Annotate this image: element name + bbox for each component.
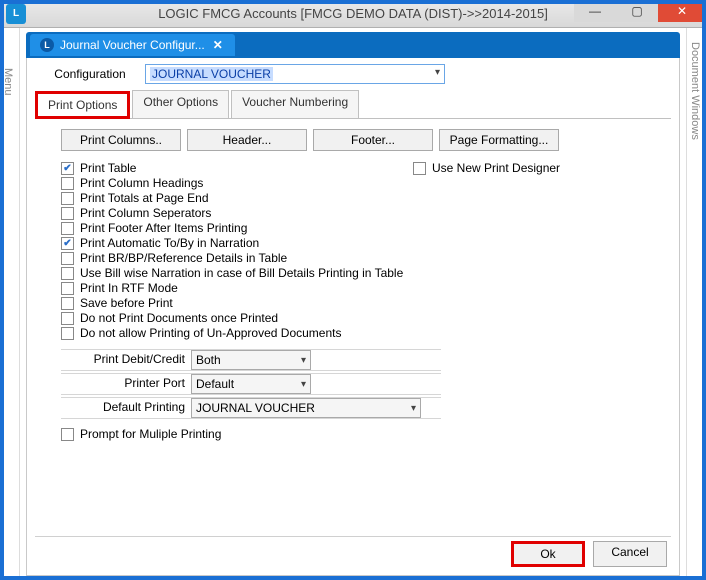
- chk-row-print-table: ✔ Print Table: [61, 161, 413, 175]
- configuration-row: Configuration JOURNAL VOUCHER ▾: [35, 64, 671, 84]
- checkbox-left-col: ✔ Print Table Print Column Headings Prin…: [43, 161, 413, 341]
- chk-row-footer-after: Print Footer After Items Printing: [61, 221, 413, 235]
- document-tabbar: L Journal Voucher Configur... ✕: [26, 32, 680, 58]
- document-tab-title: Journal Voucher Configur...: [60, 38, 205, 52]
- chevron-down-icon: ▾: [301, 355, 306, 366]
- print-buttons-row: Print Columns.. Header... Footer... Page…: [61, 129, 663, 151]
- checkbox-footer-after[interactable]: [61, 222, 74, 235]
- chk-row-new-designer: Use New Print Designer: [413, 161, 663, 175]
- configuration-label: Configuration: [35, 66, 145, 82]
- title-bar: L LOGIC FMCG Accounts [FMCG DEMO DATA (D…: [0, 0, 706, 28]
- chk-row-no-unapproved: Do not allow Printing of Un-Approved Doc…: [61, 326, 413, 340]
- print-columns-button[interactable]: Print Columns..: [61, 129, 181, 151]
- minimize-button[interactable]: —: [574, 0, 616, 22]
- window-controls: — ▢ ✕: [574, 0, 706, 22]
- chk-row-save-before: Save before Print: [61, 296, 413, 310]
- label-no-unapproved: Do not allow Printing of Un-Approved Doc…: [80, 326, 341, 340]
- tab-content-print-options: Print Columns.. Header... Footer... Page…: [35, 119, 671, 532]
- chevron-down-icon: ▾: [435, 67, 440, 78]
- select-printer-port[interactable]: Default ▾: [191, 374, 311, 394]
- cancel-button[interactable]: Cancel: [593, 541, 667, 567]
- chk-row-col-headings: Print Column Headings: [61, 176, 413, 190]
- value-print-dc: Both: [196, 353, 221, 367]
- chk-row-prompt-multiple: Prompt for Muliple Printing: [61, 427, 663, 441]
- row-printer-port: Printer Port Default ▾: [61, 373, 441, 395]
- chk-row-totals: Print Totals at Page End: [61, 191, 413, 205]
- main-window: L LOGIC FMCG Accounts [FMCG DEMO DATA (D…: [0, 0, 706, 580]
- label-no-print-once: Do not Print Documents once Printed: [80, 311, 278, 325]
- select-print-dc[interactable]: Both ▾: [191, 350, 311, 370]
- maximize-button[interactable]: ▢: [616, 0, 658, 22]
- form-grid: Print Debit/Credit Both ▾ Printer Port: [61, 349, 441, 419]
- left-rail: Menu: [0, 28, 20, 580]
- checkbox-print-col-sep[interactable]: [61, 207, 74, 220]
- label-auto-toby: Print Automatic To/By in Narration: [80, 236, 259, 250]
- label-rtf: Print In RTF Mode: [80, 281, 178, 295]
- checkbox-save-before[interactable]: [61, 297, 74, 310]
- chk-row-col-sep: Print Column Seperators: [61, 206, 413, 220]
- value-printer-port: Default: [196, 377, 234, 391]
- checkbox-auto-toby[interactable]: ✔: [61, 237, 74, 250]
- checkbox-right-col: Use New Print Designer: [413, 161, 663, 341]
- label-print-col-sep: Print Column Seperators: [80, 206, 211, 220]
- chevron-down-icon: ▾: [301, 379, 306, 390]
- main-column: L Journal Voucher Configur... ✕ Configur…: [20, 28, 686, 580]
- checkbox-new-designer[interactable]: [413, 162, 426, 175]
- chk-row-no-print-once: Do not Print Documents once Printed: [61, 311, 413, 325]
- chevron-down-icon: ▾: [411, 403, 416, 414]
- right-rail-label[interactable]: Document Windows: [689, 42, 701, 140]
- label-print-totals: Print Totals at Page End: [80, 191, 209, 205]
- row-print-dc: Print Debit/Credit Both ▾: [61, 349, 441, 371]
- checkbox-print-col-headings[interactable]: [61, 177, 74, 190]
- chk-row-auto-toby: ✔ Print Automatic To/By in Narration: [61, 236, 413, 250]
- chk-row-br-bp: Print BR/BP/Reference Details in Table: [61, 251, 413, 265]
- checkbox-billwise[interactable]: [61, 267, 74, 280]
- dialog-button-bar: Ok Cancel: [35, 536, 671, 571]
- tab-print-options[interactable]: Print Options: [35, 91, 130, 119]
- label-br-bp: Print BR/BP/Reference Details in Table: [80, 251, 287, 265]
- checkbox-no-print-once[interactable]: [61, 312, 74, 325]
- close-button[interactable]: ✕: [658, 0, 706, 22]
- label-default-printing: Default Printing: [61, 398, 191, 418]
- inner-panel: Configuration JOURNAL VOUCHER ▾ Print Op…: [26, 58, 680, 576]
- row-default-printing: Default Printing JOURNAL VOUCHER ▾: [61, 397, 441, 419]
- document-tab-close-icon[interactable]: ✕: [211, 38, 225, 52]
- label-prompt-multiple: Prompt for Muliple Printing: [80, 427, 221, 441]
- ok-button[interactable]: Ok: [511, 541, 585, 567]
- document-tab-icon: L: [40, 38, 54, 52]
- footer-button[interactable]: Footer...: [313, 129, 433, 151]
- document-tab-active[interactable]: L Journal Voucher Configur... ✕: [30, 34, 235, 56]
- value-default-printing: JOURNAL VOUCHER: [196, 401, 315, 415]
- configuration-select[interactable]: JOURNAL VOUCHER ▾: [145, 64, 445, 84]
- select-default-printing[interactable]: JOURNAL VOUCHER ▾: [191, 398, 421, 418]
- app-icon: L: [6, 4, 26, 24]
- checkbox-print-totals[interactable]: [61, 192, 74, 205]
- checkbox-prompt-multiple[interactable]: [61, 428, 74, 441]
- option-tabs: Print Options Other Options Voucher Numb…: [35, 90, 671, 119]
- page-formatting-button[interactable]: Page Formatting...: [439, 129, 559, 151]
- configuration-value: JOURNAL VOUCHER: [150, 67, 273, 81]
- label-billwise: Use Bill wise Narration in case of Bill …: [80, 266, 403, 280]
- tab-other-options[interactable]: Other Options: [132, 90, 229, 118]
- header-button[interactable]: Header...: [187, 129, 307, 151]
- label-printer-port: Printer Port: [61, 374, 191, 394]
- outer-body: Menu L Journal Voucher Configur... ✕ Con…: [0, 28, 706, 580]
- chk-row-rtf: Print In RTF Mode: [61, 281, 413, 295]
- right-rail: Document Windows: [686, 28, 706, 580]
- label-print-table: Print Table: [80, 161, 136, 175]
- checkbox-rtf[interactable]: [61, 282, 74, 295]
- label-print-dc: Print Debit/Credit: [61, 350, 191, 370]
- label-new-designer: Use New Print Designer: [432, 161, 560, 175]
- checkbox-print-table[interactable]: ✔: [61, 162, 74, 175]
- checkbox-no-unapproved[interactable]: [61, 327, 74, 340]
- checkbox-br-bp[interactable]: [61, 252, 74, 265]
- label-footer-after: Print Footer After Items Printing: [80, 221, 247, 235]
- tab-voucher-numbering[interactable]: Voucher Numbering: [231, 90, 359, 118]
- chk-row-billwise: Use Bill wise Narration in case of Bill …: [61, 266, 413, 280]
- label-print-col-headings: Print Column Headings: [80, 176, 203, 190]
- label-save-before: Save before Print: [80, 296, 173, 310]
- left-rail-label[interactable]: Menu: [2, 68, 14, 96]
- checkbox-section: ✔ Print Table Print Column Headings Prin…: [43, 161, 663, 341]
